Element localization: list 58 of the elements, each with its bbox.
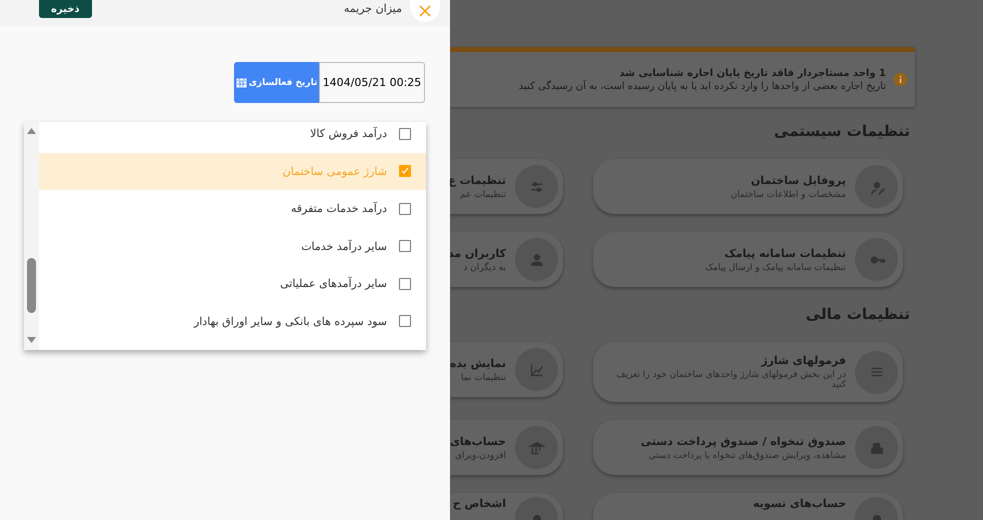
option-label: سایر درآمدهای عملیاتی (280, 277, 387, 290)
settings-card[interactable]: فرمولهای شارژ در این بخش فرمولهای شارژ واحدهای ساختمان خود را تعریف کنید (593, 342, 903, 402)
card-subtitle: تنظیمات عم (459, 190, 506, 200)
card-subtitle: افزودن،ویرای (454, 450, 506, 460)
settings-card[interactable]: تنظیمات سامانه پیامک تنظیمات سامانه پیامک و ارسال پیامک (593, 232, 903, 287)
panel-title: میزان جریمه (344, 2, 402, 15)
checkbox[interactable] (399, 240, 411, 252)
option-label: شارژ عمومی ساختمان (282, 164, 387, 178)
option-label: درآمد خدمات متفرقه (290, 202, 387, 216)
card-subtitle: به دیگران د (462, 262, 506, 272)
checkbox[interactable] (399, 315, 411, 328)
close-icon (419, 5, 431, 17)
checkbox[interactable] (399, 278, 411, 290)
card-title: فرمولهای شارژ (760, 354, 846, 367)
card-title: پروفایل ساختمان (750, 174, 846, 186)
option-item[interactable]: درآمد خدمات متفرقه (39, 190, 426, 228)
option-item[interactable]: سود سپرده های بانکی و سایر اوراق بهادار (39, 302, 426, 340)
checkbox[interactable] (399, 165, 411, 178)
card-subtitle: تنظیمات سامانه پیامک و ارسال پیامک (705, 262, 846, 272)
section-heading: تنظیمات سیستمی (773, 122, 910, 140)
settings-card[interactable]: حساب‌های تسویه (593, 493, 903, 520)
checkbox[interactable] (399, 202, 411, 215)
option-item[interactable]: شارژ عمومی ساختمان (39, 152, 426, 190)
settings-card[interactable]: نمایش بده تنظیمات نما (450, 342, 563, 397)
date-field[interactable]: 1404/05/21 00:25 (319, 62, 425, 103)
option-label: درآمد فروش کالا (310, 127, 387, 140)
section-heading: تنظیمات مالی (804, 305, 910, 323)
close-button[interactable] (410, 0, 440, 22)
settings-card[interactable]: اشخاص ح (450, 493, 563, 520)
activation-date-button[interactable]: تاریخ فعالسازی (234, 62, 319, 103)
option-label: سایر درآمد خدمات (301, 240, 387, 253)
option-label: سود سپرده های بانکی و سایر اوراق بهادار (194, 314, 387, 328)
card-subtitle: مشاهده، ویرایش صندوق‌های تنخواه یا پرداخت دستی (648, 450, 846, 460)
info-icon (894, 73, 907, 86)
scroll-down-icon[interactable] (27, 337, 36, 343)
card-title: حساب‌های (450, 434, 506, 448)
card-subtitle: مشخصات و اطلاعات ساختمان (730, 190, 846, 200)
scrollbar[interactable] (24, 122, 39, 350)
calendar-icon (236, 77, 247, 88)
card-title: حساب‌های تسویه (753, 497, 846, 510)
option-item[interactable]: درآمد فروش کالا (39, 122, 426, 152)
card-subtitle: تنظیمات نما (460, 372, 506, 382)
checkbox[interactable] (399, 128, 411, 140)
option-item[interactable]: سایر درآمدهای عملیاتی (39, 265, 426, 302)
scroll-thumb[interactable] (27, 258, 36, 313)
save-button[interactable]: ذخیره (39, 0, 92, 18)
warning-message: تاریخ اجاره بعضی از واحدها را وارد نکرده اید یا به پایان رسیده است، به آن رسیدگی کنید (518, 80, 886, 92)
option-item[interactable]: سایر درآمد خدمات (39, 228, 426, 265)
settings-card[interactable]: پروفایل ساختمان مشخصات و اطلاعات ساختمان (593, 159, 903, 214)
scroll-up-icon[interactable] (27, 128, 36, 134)
settings-card[interactable]: صندوق تنخواه / صندوق پرداخت دستی مشاهده، ویرایش صندوق‌های تنخواه یا پرداخت دستی (593, 420, 903, 475)
card-subtitle: در این بخش فرمولهای شارژ واحدهای ساختمان خود را تعریف کنید (615, 370, 846, 390)
settings-card[interactable]: حساب‌های افزودن،ویرای (450, 420, 563, 475)
card-title: نمایش بده (450, 356, 506, 370)
card-title: صندوق تنخواه / صندوق پرداخت دستی (640, 434, 846, 448)
warning-title: 1 واحد مستاجردار فاقد تاریخ پایان اجاره شناسایی شد (618, 68, 886, 78)
card-title: اشخاص ح (452, 497, 506, 510)
card-title: تنظیمات سامانه پیامک (723, 246, 846, 260)
